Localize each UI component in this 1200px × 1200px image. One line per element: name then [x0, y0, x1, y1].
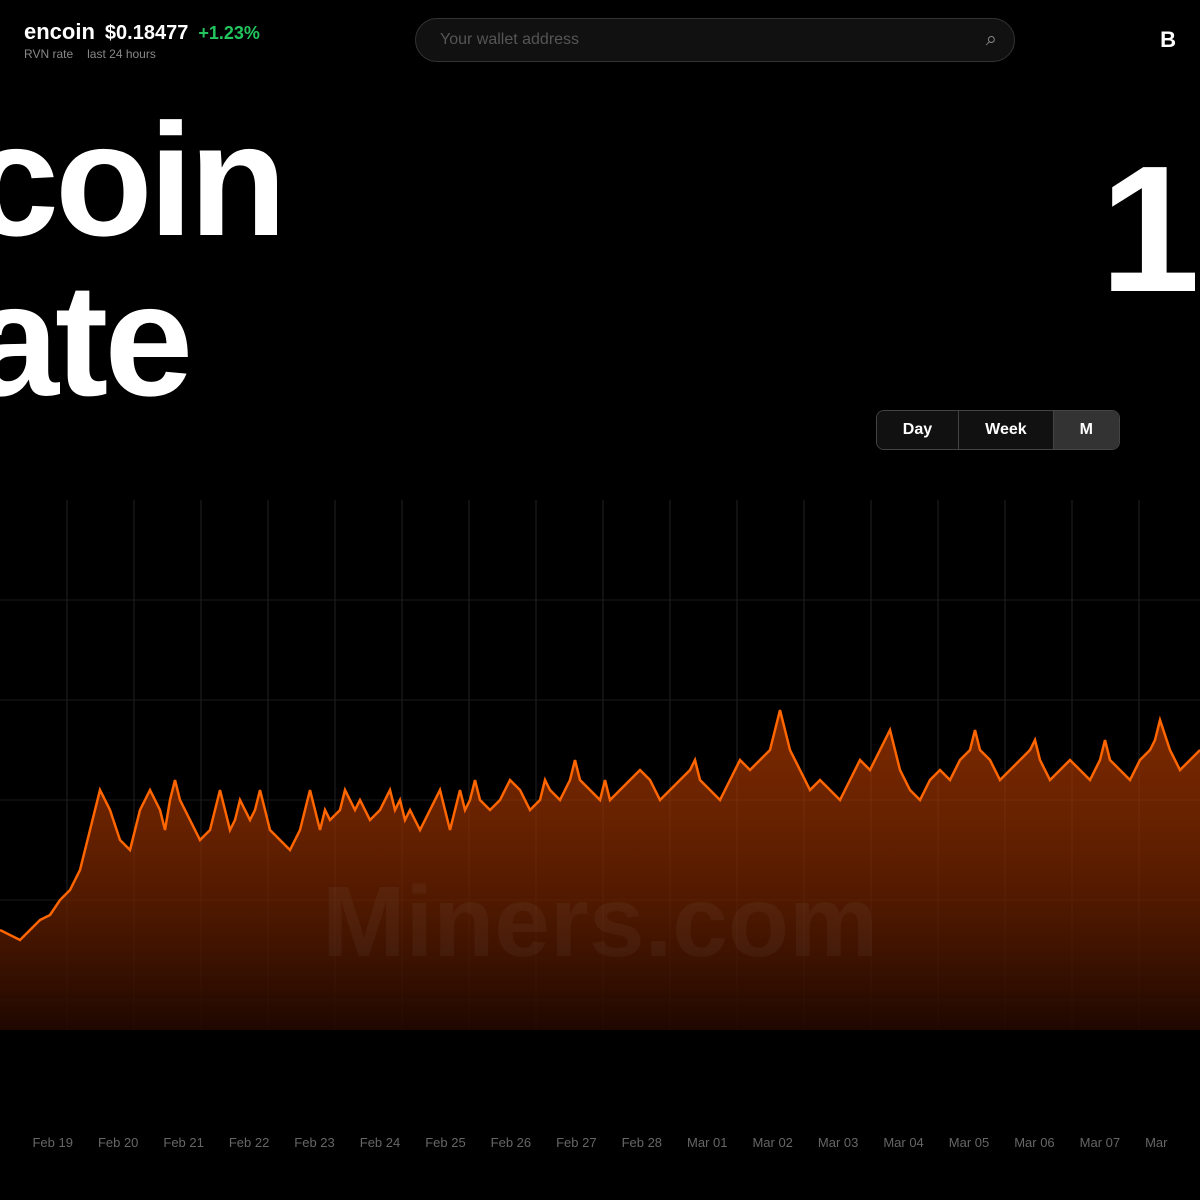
brand-section: encoin $0.18477 +1.23% RVN rate last 24 …	[24, 19, 260, 61]
price-value: $0.18477	[105, 22, 188, 45]
search-bar: ⌕	[415, 18, 1015, 62]
chart-fill	[0, 710, 1200, 1030]
header: encoin $0.18477 +1.23% RVN rate last 24 …	[0, 0, 1200, 80]
nav-right: B	[1160, 27, 1176, 53]
price-section: encoin $0.18477 +1.23%	[24, 19, 260, 45]
time-btn-month[interactable]: M	[1054, 411, 1119, 449]
date-label-mar: Mar	[1145, 1135, 1167, 1150]
date-label-feb28: Feb 28	[622, 1135, 662, 1150]
price-labels: RVN rate last 24 hours	[24, 47, 260, 61]
date-label-mar05: Mar 05	[949, 1135, 989, 1150]
brand-name: encoin	[24, 19, 95, 45]
date-label-mar04: Mar 04	[883, 1135, 923, 1150]
date-label-mar01: Mar 01	[687, 1135, 727, 1150]
date-label-mar07: Mar 07	[1080, 1135, 1120, 1150]
wallet-address-input[interactable]	[415, 18, 1015, 62]
date-label-feb23: Feb 23	[294, 1135, 334, 1150]
hero-number: 1	[1100, 140, 1200, 320]
date-label-feb21: Feb 21	[163, 1135, 203, 1150]
date-label-mar02: Mar 02	[752, 1135, 792, 1150]
change-label: last 24 hours	[87, 47, 156, 61]
chart-svg	[0, 500, 1200, 1120]
hero-section: coin ate	[0, 100, 283, 420]
date-label-mar03: Mar 03	[818, 1135, 858, 1150]
hero-line1: coin	[0, 90, 283, 269]
price-label: RVN rate	[24, 47, 73, 61]
hero-line2: ate	[0, 250, 189, 429]
time-range: Day Week M	[876, 410, 1120, 450]
date-label-feb27: Feb 27	[556, 1135, 596, 1150]
hero-title: coin ate	[0, 100, 283, 420]
date-labels: Feb 19 Feb 20 Feb 21 Feb 22 Feb 23 Feb 2…	[0, 1135, 1200, 1150]
date-label-feb24: Feb 24	[360, 1135, 400, 1150]
time-btn-week[interactable]: Week	[959, 411, 1054, 449]
date-label-feb26: Feb 26	[491, 1135, 531, 1150]
chart-container	[0, 500, 1200, 1120]
date-label-feb20: Feb 20	[98, 1135, 138, 1150]
date-label-mar06: Mar 06	[1014, 1135, 1054, 1150]
search-icon[interactable]: ⌕	[986, 29, 997, 52]
date-label-feb25: Feb 25	[425, 1135, 465, 1150]
price-change: +1.23%	[198, 23, 260, 44]
date-label-feb22: Feb 22	[229, 1135, 269, 1150]
date-label-feb19: Feb 19	[32, 1135, 72, 1150]
time-btn-day[interactable]: Day	[877, 411, 959, 449]
